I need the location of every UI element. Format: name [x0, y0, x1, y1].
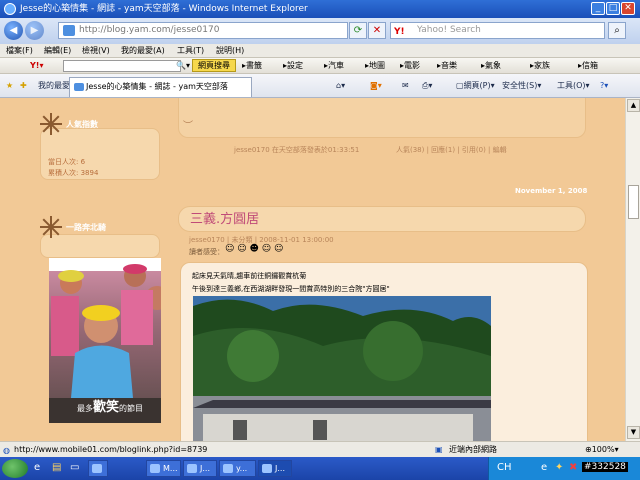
web-search-button[interactable]: 網頁搜尋: [192, 59, 236, 72]
search-placeholder: Yahoo! Search: [417, 25, 481, 35]
print-icon[interactable]: ⎙▾: [422, 80, 432, 92]
flower-decoration-icon-2: [40, 216, 62, 238]
start-button[interactable]: [2, 459, 28, 478]
yahoo-menu-icon[interactable]: Y!▾: [30, 60, 43, 72]
menu-favorites[interactable]: 我的最愛(A): [121, 45, 165, 57]
page-icon: [63, 25, 75, 36]
menu-edit[interactable]: 編輯(E): [44, 45, 71, 57]
search-button[interactable]: ⌕: [608, 22, 626, 39]
page-menu[interactable]: ▢網頁(P)▾: [456, 80, 495, 92]
house-image: [193, 296, 491, 441]
tray-id-label: #332528: [582, 462, 628, 472]
task-icon-1[interactable]: [88, 460, 108, 477]
menu-help[interactable]: 說明(H): [216, 45, 244, 57]
maximize-button[interactable]: □: [606, 2, 620, 15]
tray-ie-icon[interactable]: e: [541, 462, 547, 473]
tab-row: ★ ✚ 我的最愛 Jesse的心築情集 - 網誌 - yam天空部落 ⌂▾ ◙▾…: [0, 74, 640, 98]
rss-icon[interactable]: ◙▾: [370, 80, 382, 92]
task-item-2[interactable]: J...: [183, 460, 217, 477]
menu-bar: 檔案(F) 編輯(E) 檢視(V) 我的最愛(A) 工具(T) 說明(H): [0, 44, 640, 58]
yahoo-toolbar: Y!▾ 🔍▾ 網頁搜尋 ▸書籤 ▸設定 ▸汽車 ▸地圖 ▸電影 ▸音樂 ▸氣象 …: [0, 58, 640, 74]
ie-icon: [4, 3, 16, 15]
toolbar-maps[interactable]: ▸地圖: [365, 60, 385, 72]
task-item-3[interactable]: y...: [219, 460, 256, 477]
address-url: http://blog.yam.com/jesse0170: [79, 25, 220, 35]
toolbar-groups[interactable]: ▸家族: [530, 60, 550, 72]
minimize-button[interactable]: _: [591, 2, 605, 15]
tray-ch-icon[interactable]: CH: [497, 462, 512, 473]
photo-caption: 最多歡笑的節目: [77, 400, 144, 415]
help-icon[interactable]: ?▾: [600, 80, 608, 92]
toolbar-settings[interactable]: ▸設定: [283, 60, 303, 72]
network-icon: ▣: [435, 445, 443, 454]
taskbar: e ▤ ▭ M... J... y... J... CH e ✦ ✖: [0, 457, 640, 480]
status-bar: ◍ http://www.mobile01.com/bloglink.php?i…: [0, 441, 640, 457]
toolbar-cars[interactable]: ▸汽車: [324, 60, 344, 72]
toolbar-weather[interactable]: ▸氣象: [481, 60, 501, 72]
tools-menu[interactable]: 工具(O)▾: [557, 80, 590, 92]
scroll-thumb[interactable]: [628, 185, 639, 219]
section2-title: 一路奔北騎: [66, 223, 106, 232]
address-row: ◀ ▶ http://blog.yam.com/jesse0170 ⟳ ✕ Y!…: [0, 18, 640, 44]
yahoo-search-input[interactable]: [63, 60, 181, 72]
address-field[interactable]: http://blog.yam.com/jesse0170: [58, 22, 348, 39]
zoom-icon[interactable]: ⊕100%▾: [585, 442, 619, 457]
popularity-title: 人氣指數: [66, 120, 98, 129]
status-url: http://www.mobile01.com/bloglink.php?id=…: [14, 445, 208, 454]
post-title[interactable]: 三義.方圓居: [190, 208, 259, 227]
previous-post-links[interactable]: 人氣(38) | 回應(1) | 引用(0) | 編輯: [396, 145, 507, 155]
favorites-star-icon[interactable]: ★: [6, 80, 13, 92]
desktop-quicklaunch-icon[interactable]: ▭: [70, 462, 79, 473]
window-title: Jesse的心築情集 - 網誌 - yam天空部落 - Windows Inte…: [20, 4, 308, 14]
title-bar: Jesse的心築情集 - 網誌 - yam天空部落 - Windows Inte…: [0, 0, 640, 18]
scroll-up-icon[interactable]: ▲: [627, 99, 640, 112]
tab-page-icon: [74, 83, 84, 91]
toolbar-bookmarks[interactable]: ▸書籤: [242, 60, 262, 72]
toolbar-movies[interactable]: ▸電影: [400, 60, 420, 72]
task-item-1[interactable]: M...: [146, 460, 181, 477]
house-photo[interactable]: [193, 296, 491, 441]
toolbar-mail[interactable]: ▸信箱: [578, 60, 598, 72]
yahoo-search-dropdown-icon[interactable]: 🔍▾: [176, 60, 190, 72]
tray-star-icon[interactable]: ✦: [555, 462, 563, 473]
zone-label: 近端內部網路: [449, 445, 497, 454]
search-field[interactable]: Y! Yahoo! Search: [390, 22, 605, 39]
menu-view[interactable]: 檢視(V): [82, 45, 110, 57]
home-icon[interactable]: ⌂▾: [336, 80, 345, 92]
folder-quicklaunch-icon[interactable]: ▤: [52, 462, 61, 473]
tab-title: Jesse的心築情集 - 網誌 - yam天空部落: [86, 82, 228, 91]
task-item-4[interactable]: J...: [258, 460, 292, 477]
close-button[interactable]: ✕: [621, 2, 635, 15]
chevron-up-icon: ︶: [183, 121, 193, 132]
tab-active[interactable]: Jesse的心築情集 - 網誌 - yam天空部落: [69, 77, 252, 97]
today-visits: 當日人次: 6: [48, 158, 86, 166]
forward-button[interactable]: ▶: [25, 21, 44, 40]
flower-decoration-icon: [40, 113, 62, 135]
total-visits: 累積人次: 3894: [48, 169, 99, 177]
mood-emoticons[interactable]: ☺ ☺ ☻ ☺ ☺: [225, 244, 283, 254]
tray-x-icon[interactable]: ✖: [569, 462, 577, 473]
post-line-1: 起床見天氣晴,趨車前往銅鑼觀賞杭菊: [192, 272, 307, 280]
yahoo-logo-icon: Y!: [394, 27, 405, 37]
status-globe-icon: ◍: [3, 446, 10, 455]
menu-file[interactable]: 檔案(F): [6, 45, 33, 57]
stop-button[interactable]: ✕: [368, 22, 386, 39]
toolbar-music[interactable]: ▸音樂: [437, 60, 457, 72]
previous-post-footer: jesse0170 在天空部落發表於01:33:51: [234, 146, 360, 154]
safety-menu[interactable]: 安全性(S)▾: [502, 80, 541, 92]
sidebar-photo[interactable]: 最多歡笑的節目: [49, 258, 161, 423]
vertical-scrollbar[interactable]: ▲ ▼: [625, 98, 640, 441]
mail-icon[interactable]: ✉: [402, 80, 409, 92]
favorites-label[interactable]: 我的最愛: [38, 80, 70, 92]
ie-quicklaunch-icon[interactable]: e: [34, 462, 40, 473]
mood-label: 讀者感受：: [189, 248, 224, 256]
refresh-button[interactable]: ⟳: [349, 22, 367, 39]
date-header: November 1, 2008: [515, 187, 588, 195]
post-line-2: 午後到達三義鄉,在西湖湖畔發現一間賞高特別的三合院"方圓居": [192, 285, 390, 293]
add-favorite-icon[interactable]: ✚: [20, 80, 27, 92]
previous-post-frame: [178, 98, 586, 138]
scroll-down-icon[interactable]: ▼: [627, 426, 640, 439]
menu-tools[interactable]: 工具(T): [177, 45, 204, 57]
back-button[interactable]: ◀: [4, 21, 23, 40]
